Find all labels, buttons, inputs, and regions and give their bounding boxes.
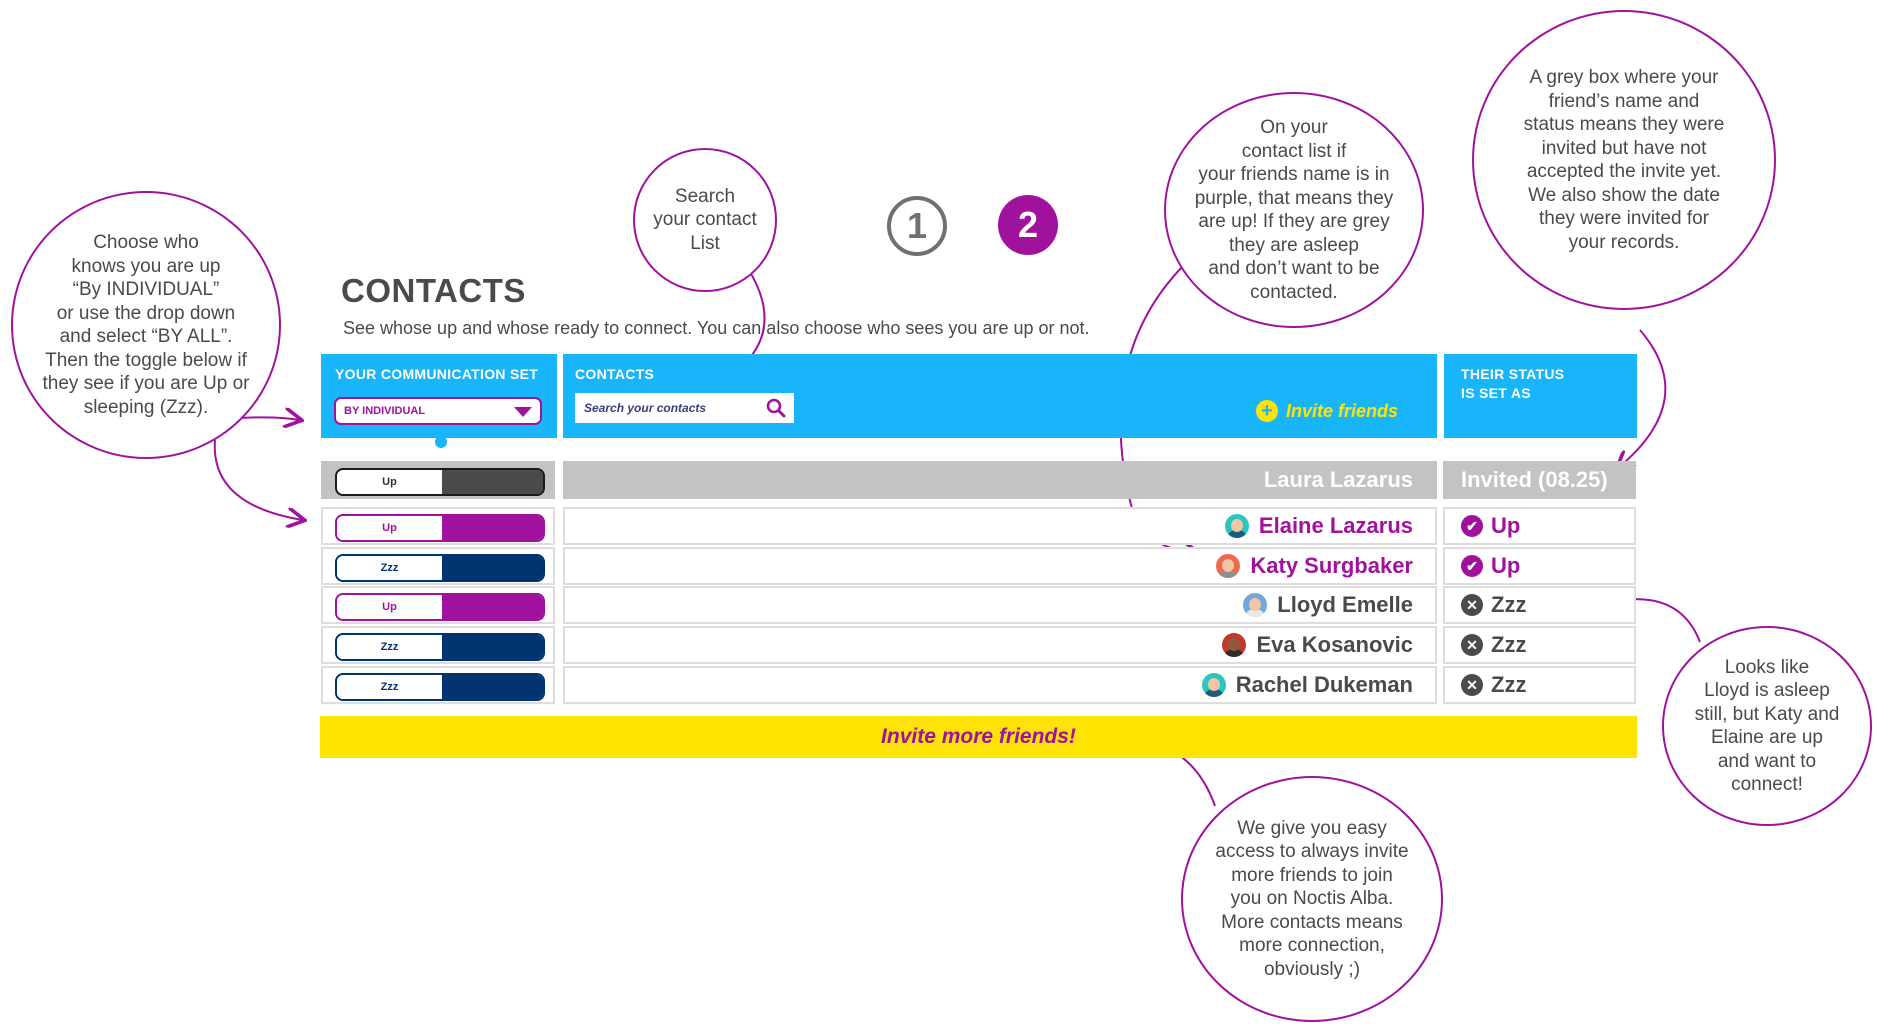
annotation-search: Search your contact List	[633, 148, 777, 292]
plus-circle-icon: +	[1256, 400, 1278, 422]
status-text: Zzz	[1491, 672, 1527, 697]
status-text: Zzz	[1491, 632, 1527, 657]
toggle-fill	[442, 556, 543, 580]
avatar-woman-red-icon	[1216, 554, 1241, 578]
search-placeholder: Search your contacts	[584, 401, 707, 415]
status-cell: ✔ Up	[1443, 547, 1636, 585]
status-cell: ✕ Zzz	[1443, 626, 1636, 664]
visibility-toggle[interactable]: Up	[335, 468, 545, 496]
annotation-invite-access: We give you easy access to always invite…	[1181, 776, 1443, 1022]
toggle-cell: Up	[321, 586, 555, 624]
toggle-label: Up	[337, 470, 442, 494]
invite-friends-button[interactable]: + Invite friends	[1256, 400, 1398, 422]
toggle-fill	[442, 470, 543, 494]
contacts-label: CONTACTS	[575, 366, 655, 382]
visibility-toggle[interactable]: Zzz	[335, 673, 545, 701]
invite-friends-label: Invite friends	[1286, 400, 1399, 421]
avatar-woman-teal-icon	[1224, 514, 1249, 538]
x-circle-icon: ✕	[1461, 674, 1483, 696]
contact-name: Lloyd Emelle	[1277, 592, 1413, 617]
contact-cell[interactable]: Lloyd Emelle	[563, 586, 1437, 624]
annotation-choose-who: Choose who knows you are up “By INDIVIDU…	[11, 191, 281, 459]
status-cell: ✕ Zzz	[1443, 666, 1636, 704]
contact-name: Eva Kosanovic	[1256, 632, 1413, 657]
contact-name: Elaine Lazarus	[1258, 513, 1413, 538]
status-text: Up	[1491, 513, 1521, 538]
step-1-indicator[interactable]: 1	[887, 196, 947, 256]
pending-contact-cell[interactable]: Laura Lazarus	[563, 461, 1437, 499]
step-2-indicator[interactable]: 2	[998, 195, 1058, 255]
status-text: Invited (08.25)	[1461, 467, 1608, 492]
contact-cell[interactable]: Elaine Lazarus	[563, 507, 1437, 545]
avatar-woman-teal-icon	[1201, 673, 1226, 697]
page-subtitle: See whose up and whose ready to connect.…	[343, 318, 1090, 338]
pending-toggle-cell: Up	[321, 461, 555, 499]
contact-cell[interactable]: Katy Surgbaker	[563, 547, 1437, 585]
toggle-cell: Zzz	[321, 547, 555, 585]
toggle-fill	[442, 595, 543, 619]
toggle-fill	[442, 516, 543, 540]
invite-more-label: Invite more friends!	[881, 725, 1076, 748]
status-text: Zzz	[1491, 592, 1527, 617]
visibility-toggle[interactable]: Up	[335, 514, 545, 542]
check-circle-icon: ✔	[1461, 555, 1483, 577]
contact-name: Laura Lazarus	[1263, 467, 1413, 492]
annotation-contact-list: On your contact list if your friends nam…	[1164, 92, 1424, 328]
toggle-label: Up	[337, 595, 442, 619]
pending-status-cell: Invited (08.25)	[1443, 461, 1636, 499]
status-cell: ✕ Zzz	[1443, 586, 1636, 624]
contact-cell[interactable]: Rachel Dukeman	[563, 666, 1437, 704]
toggle-cell: Zzz	[321, 666, 555, 704]
x-circle-icon: ✕	[1461, 594, 1483, 616]
contact-cell[interactable]: Eva Kosanovic	[563, 626, 1437, 664]
avatar-man-blue-icon	[1243, 593, 1268, 617]
status-label: THEIR STATUS IS SET AS	[1461, 366, 1565, 401]
status-header: THEIR STATUS IS SET AS	[1444, 354, 1637, 438]
communication-set-label: YOUR COMMUNICATION SET	[335, 366, 539, 382]
visibility-toggle[interactable]: Up	[335, 593, 545, 621]
toggle-label: Zzz	[337, 556, 442, 580]
chevron-down-icon	[514, 407, 532, 417]
invite-more-friends-button[interactable]: Invite more friends!	[320, 716, 1637, 758]
toggle-cell: Zzz	[321, 626, 555, 664]
check-circle-icon: ✔	[1461, 515, 1483, 537]
toggle-fill	[442, 675, 543, 699]
avatar-woman-dark-icon	[1222, 633, 1247, 657]
toggle-label: Zzz	[337, 635, 442, 659]
x-circle-icon: ✕	[1461, 634, 1483, 656]
search-icon[interactable]	[766, 398, 786, 418]
arrow-to-toggles	[213, 439, 303, 520]
contact-name: Rachel Dukeman	[1235, 672, 1413, 697]
visibility-toggle[interactable]: Zzz	[335, 633, 545, 661]
dropdown-value: BY INDIVIDUAL	[344, 405, 426, 417]
status-cell: ✔ Up	[1443, 507, 1636, 545]
annotation-grey-box: A grey box where your friend’s name and …	[1472, 10, 1776, 310]
status-text: Up	[1491, 553, 1521, 578]
page-title: CONTACTS	[341, 272, 526, 309]
toggle-label: Zzz	[337, 675, 442, 699]
toggle-cell: Up	[321, 507, 555, 545]
toggle-label: Up	[337, 516, 442, 540]
search-input[interactable]: Search your contacts	[575, 393, 794, 423]
annotation-looks-like: Looks like Lloyd is asleep still, but Ka…	[1662, 626, 1872, 826]
communication-set-dropdown[interactable]: BY INDIVIDUAL	[334, 397, 542, 425]
visibility-toggle[interactable]: Zzz	[335, 554, 545, 582]
dropdown-pointer	[435, 436, 447, 448]
contact-name: Katy Surgbaker	[1250, 553, 1413, 578]
communication-set-header: YOUR COMMUNICATION SET	[321, 354, 557, 448]
toggle-fill	[442, 635, 543, 659]
